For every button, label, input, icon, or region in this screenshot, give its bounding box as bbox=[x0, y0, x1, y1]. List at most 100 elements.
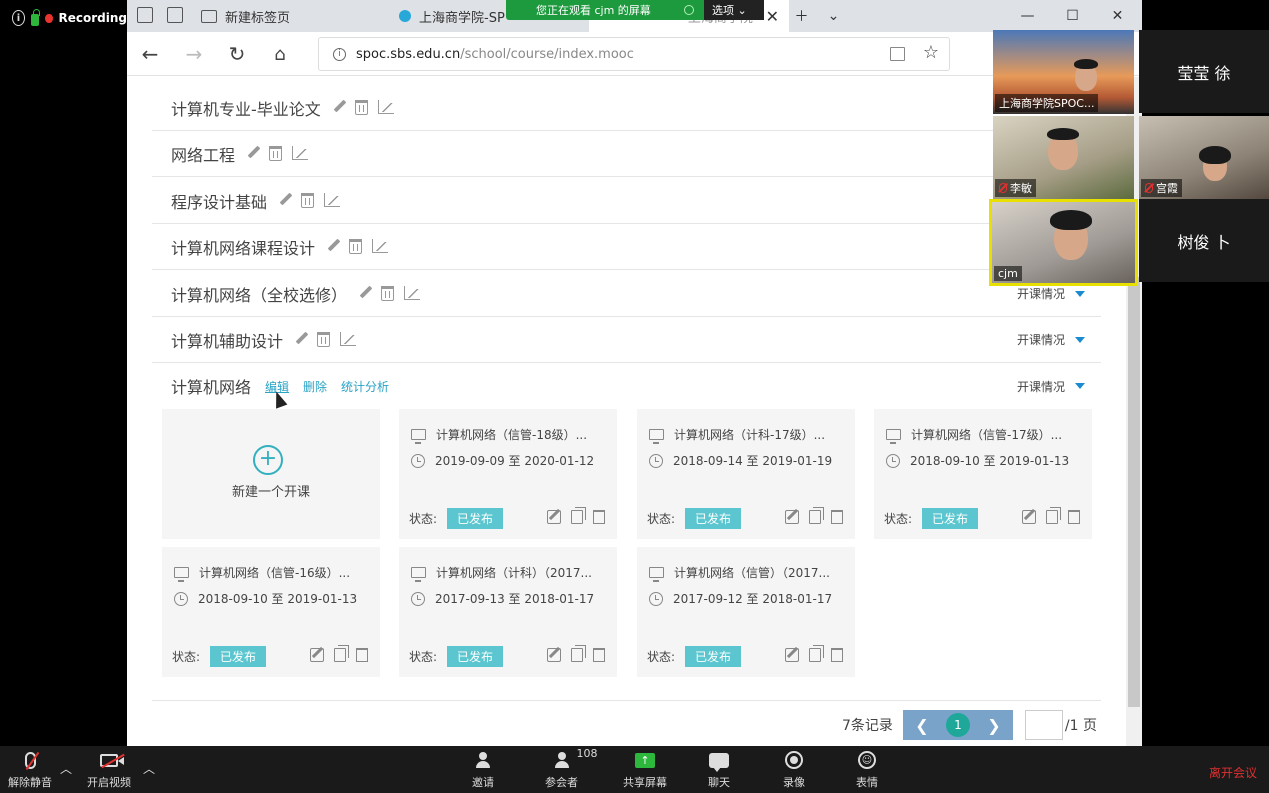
trash-icon[interactable] bbox=[593, 648, 605, 662]
participant-tile-active-speaker[interactable]: cjm bbox=[989, 199, 1138, 286]
share-screen-button[interactable]: ↑ 共享屏幕 bbox=[623, 749, 667, 790]
monitor-icon bbox=[411, 429, 426, 444]
invite-button[interactable]: 邀请 bbox=[472, 749, 494, 790]
edit-icon[interactable] bbox=[785, 510, 799, 524]
participants-button[interactable]: 108 参会者 bbox=[545, 747, 598, 790]
stats-chart-icon[interactable] bbox=[372, 239, 389, 253]
participant-tile[interactable]: 李敏 bbox=[993, 116, 1134, 199]
leave-meeting-button[interactable]: 离开会议 bbox=[1209, 764, 1257, 781]
prev-page-button[interactable]: ❮ bbox=[902, 710, 941, 740]
trash-icon[interactable] bbox=[1068, 510, 1080, 524]
trash-icon[interactable] bbox=[831, 510, 843, 524]
next-page-button[interactable]: ❯ bbox=[974, 710, 1013, 740]
close-tab-icon[interactable]: ✕ bbox=[766, 7, 779, 26]
stats-link[interactable]: 统计分析 bbox=[341, 378, 389, 395]
toolbar-label: 聊天 bbox=[708, 776, 730, 789]
copy-icon[interactable] bbox=[571, 645, 586, 662]
view-options-button[interactable]: 选项 ⌄ bbox=[704, 0, 764, 20]
back-button[interactable]: ← bbox=[135, 40, 165, 68]
chat-button[interactable]: 聊天 bbox=[708, 749, 730, 790]
trash-icon[interactable] bbox=[301, 193, 315, 208]
edit-icon[interactable] bbox=[310, 648, 324, 662]
trash-icon[interactable] bbox=[354, 100, 368, 115]
edit-pencil-icon[interactable] bbox=[295, 332, 307, 344]
trash-icon[interactable] bbox=[593, 510, 605, 524]
lock-icon[interactable] bbox=[30, 8, 40, 26]
copy-icon[interactable] bbox=[1046, 507, 1061, 524]
audio-options-chevron-icon[interactable]: ︿ bbox=[60, 760, 72, 777]
address-bar[interactable]: i spoc.sbs.edu.cn /school/course/index.m… bbox=[318, 37, 950, 71]
edit-pencil-icon[interactable] bbox=[327, 239, 339, 251]
participant-tile[interactable]: 莹莹 徐 bbox=[1139, 30, 1269, 113]
stats-chart-icon[interactable] bbox=[340, 332, 357, 346]
course-title[interactable]: 计算机辅助设计 bbox=[152, 328, 283, 352]
favorite-star-icon[interactable]: ☆ bbox=[923, 42, 939, 63]
trash-icon[interactable] bbox=[349, 239, 363, 254]
section-name[interactable]: 计算机网络（信管-18级）... bbox=[436, 426, 587, 443]
page-number-button[interactable]: 1 bbox=[940, 710, 975, 740]
tab-manager-icon[interactable] bbox=[137, 7, 153, 23]
edit-icon[interactable] bbox=[785, 648, 799, 662]
reactions-button[interactable]: ☺ 表情 bbox=[856, 749, 878, 790]
stats-chart-icon[interactable] bbox=[377, 100, 394, 114]
course-title[interactable]: 计算机专业-毕业论文 bbox=[152, 96, 321, 120]
start-video-button[interactable]: 开启视频 bbox=[87, 749, 131, 790]
reading-view-icon[interactable] bbox=[890, 47, 905, 61]
record-button[interactable]: 录像 bbox=[783, 749, 805, 790]
tab-new-tab[interactable]: 新建标签页 bbox=[191, 0, 391, 32]
tab-list-chevron-icon[interactable]: ⌄ bbox=[811, 0, 856, 32]
scrollbar-thumb[interactable] bbox=[1128, 277, 1140, 707]
add-circle-icon[interactable]: + bbox=[253, 445, 283, 475]
delete-link[interactable]: 删除 bbox=[303, 378, 327, 395]
trash-icon[interactable] bbox=[269, 146, 283, 161]
trash-icon[interactable] bbox=[381, 286, 395, 301]
edit-pencil-icon[interactable] bbox=[359, 286, 371, 298]
participant-tile[interactable]: 树俊 卜 bbox=[1139, 199, 1269, 282]
section-card: 计算机网络（计科-17级）... 2018-09-14 至 2019-01-19… bbox=[637, 409, 855, 539]
course-title[interactable]: 计算机网络（全校选修） bbox=[152, 282, 347, 306]
copy-icon[interactable] bbox=[809, 507, 824, 524]
section-name[interactable]: 计算机网络（信管-17级）... bbox=[911, 426, 1062, 443]
kaike-dropdown[interactable]: 开课情况 bbox=[1017, 285, 1085, 302]
home-button[interactable]: ⌂ bbox=[265, 40, 295, 68]
info-icon[interactable]: i bbox=[12, 10, 25, 26]
participant-tile[interactable]: 上海商学院SPOC... bbox=[993, 30, 1134, 114]
edit-icon[interactable] bbox=[547, 648, 561, 662]
course-title[interactable]: 计算机网络课程设计 bbox=[152, 235, 315, 259]
section-name[interactable]: 计算机网络（信管）（2017... bbox=[674, 564, 830, 581]
edit-pencil-icon[interactable] bbox=[247, 146, 259, 158]
forward-button[interactable]: → bbox=[179, 40, 209, 68]
trash-icon[interactable] bbox=[317, 332, 331, 347]
toolbar-label: 录像 bbox=[783, 776, 805, 789]
section-name[interactable]: 计算机网络（计科）（2017... bbox=[436, 564, 592, 581]
record-icon bbox=[785, 751, 803, 769]
kaike-dropdown[interactable]: 开课情况 bbox=[1017, 378, 1085, 395]
edit-pencil-icon[interactable] bbox=[279, 193, 291, 205]
copy-icon[interactable] bbox=[809, 645, 824, 662]
participant-tile[interactable]: 宫霞 bbox=[1139, 116, 1269, 199]
section-name[interactable]: 计算机网络（信管-16级）... bbox=[199, 564, 350, 581]
course-title[interactable]: 程序设计基础 bbox=[152, 189, 267, 213]
stats-chart-icon[interactable] bbox=[324, 193, 341, 207]
edit-pencil-icon[interactable] bbox=[333, 100, 345, 112]
refresh-button[interactable]: ↻ bbox=[222, 40, 252, 68]
kaike-dropdown[interactable]: 开课情况 bbox=[1017, 331, 1085, 348]
copy-icon[interactable] bbox=[571, 507, 586, 524]
new-section-card[interactable]: + 新建一个开课 bbox=[162, 409, 380, 539]
stats-chart-icon[interactable] bbox=[404, 286, 421, 300]
course-title[interactable]: 计算机网络 bbox=[152, 374, 251, 398]
trash-icon[interactable] bbox=[831, 648, 843, 662]
section-name[interactable]: 计算机网络（计科-17级）... bbox=[674, 426, 825, 443]
trash-icon[interactable] bbox=[356, 648, 368, 662]
page-jump-input[interactable] bbox=[1024, 710, 1063, 740]
video-options-chevron-icon[interactable]: ︿ bbox=[143, 760, 155, 777]
copy-icon[interactable] bbox=[334, 645, 349, 662]
unmute-button[interactable]: 解除静音 bbox=[8, 749, 52, 790]
toolbar-label: 共享屏幕 bbox=[623, 776, 667, 789]
stats-chart-icon[interactable] bbox=[292, 146, 309, 160]
set-aside-tabs-icon[interactable] bbox=[167, 7, 183, 23]
course-title[interactable]: 网络工程 bbox=[152, 142, 235, 166]
site-info-icon[interactable]: i bbox=[333, 47, 346, 61]
edit-icon[interactable] bbox=[547, 510, 561, 524]
edit-icon[interactable] bbox=[1022, 510, 1036, 524]
